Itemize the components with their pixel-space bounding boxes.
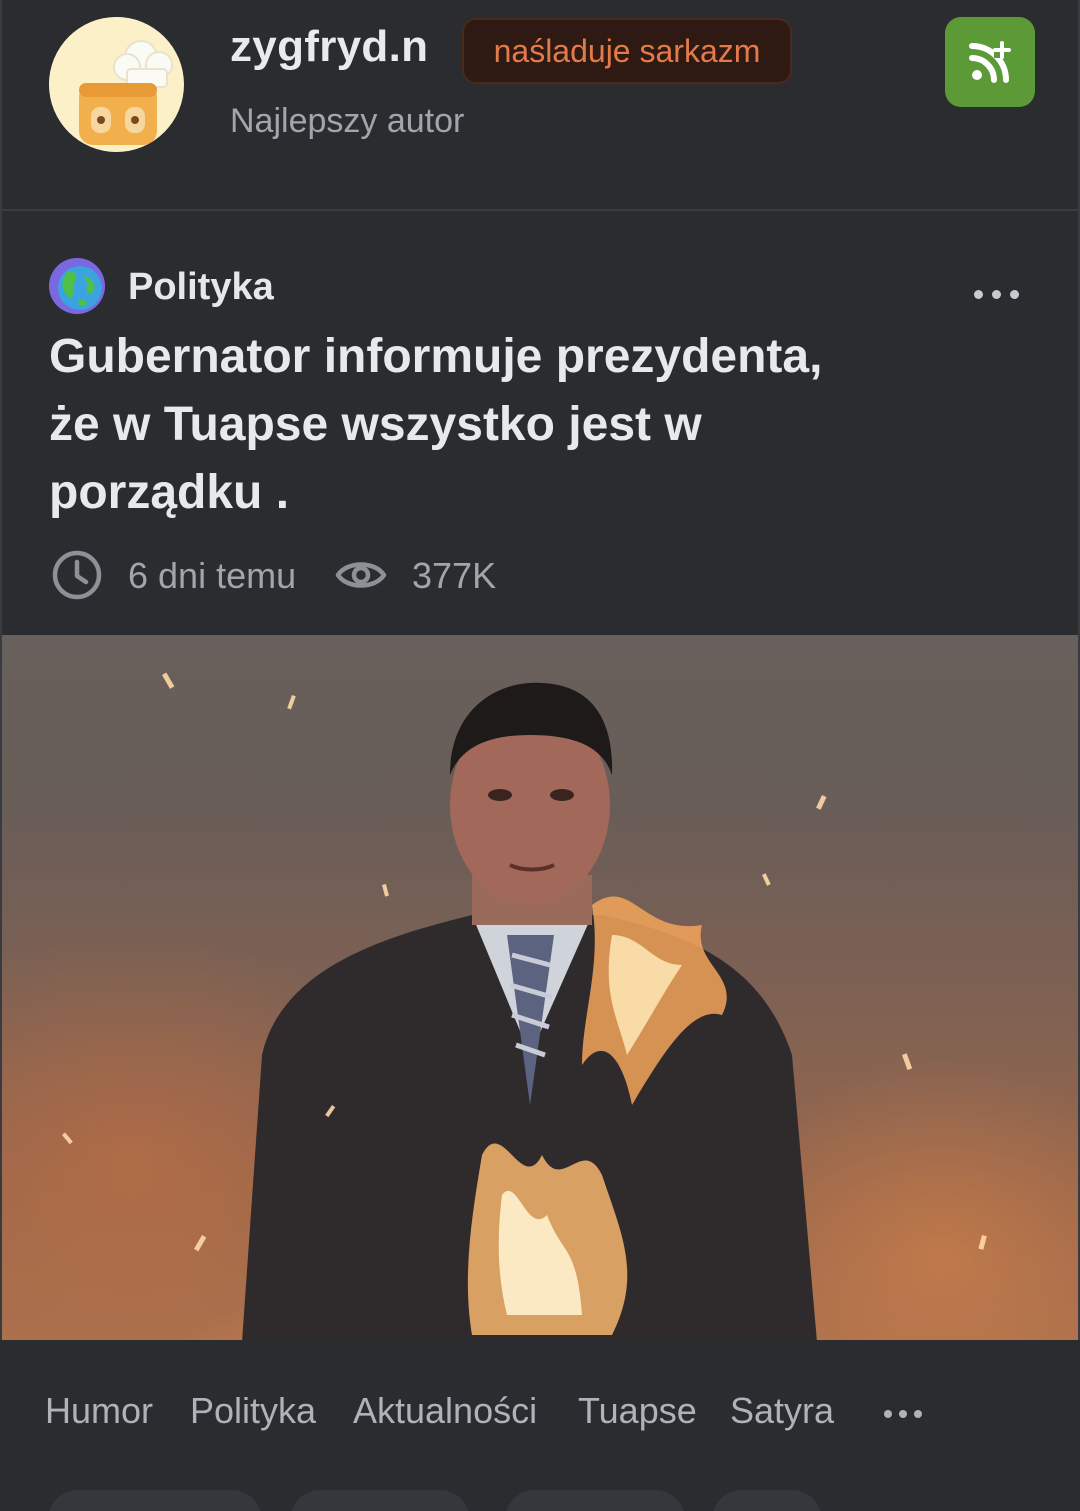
more-dot — [1009, 289, 1019, 299]
more-dot — [914, 1410, 922, 1418]
more-dots-icon — [884, 1410, 892, 1418]
author-subtitle: Najlepszy autor — [230, 102, 465, 140]
more-dot — [991, 289, 1001, 299]
clock-icon — [52, 550, 102, 600]
post-title-line: porządku . — [49, 466, 290, 519]
tag-satyra[interactable]: Satyra — [730, 1390, 834, 1432]
post-card: Polityka Gubernator informuje prezydenta… — [0, 211, 1080, 1511]
rss-plus-icon — [969, 41, 1011, 83]
post-meta: 6 dni temu 377K — [49, 547, 649, 601]
tags-more-button[interactable] — [884, 1408, 924, 1420]
tag-list: Humor Polityka Aktualności Tuapse Satyra — [0, 1340, 1080, 1480]
author-badge: naśladuje sarkazm — [462, 18, 792, 84]
author-header: zygfryd.n naśladuje sarkazm Najlepszy au… — [0, 0, 1080, 211]
follow-button[interactable] — [945, 17, 1035, 107]
post-time: 6 dni temu — [128, 555, 297, 596]
post-title-line: Gubernator informuje prezydenta, — [49, 330, 823, 383]
post-title[interactable]: Gubernator informuje prezydenta, że w Tu… — [49, 323, 849, 527]
page: zygfryd.n naśladuje sarkazm Najlepszy au… — [0, 0, 1080, 1511]
burning-man-photo — [2, 635, 1078, 1342]
tag-aktualnosci[interactable]: Aktualności — [353, 1390, 537, 1432]
tag-tuapse[interactable]: Tuapse — [578, 1390, 697, 1432]
reaction-button[interactable] — [505, 1490, 685, 1511]
reaction-button[interactable] — [48, 1490, 262, 1511]
category-icon[interactable] — [49, 258, 105, 314]
post-image[interactable] — [2, 635, 1078, 1342]
author-name[interactable]: zygfryd.n — [230, 22, 428, 72]
more-dot — [899, 1410, 907, 1418]
eye-icon — [335, 562, 387, 588]
post-views: 377K — [412, 555, 497, 596]
tag-polityka[interactable]: Polityka — [190, 1390, 316, 1432]
tag-humor[interactable]: Humor — [45, 1390, 153, 1432]
globe-icon — [49, 258, 105, 314]
chef-toast-icon — [49, 17, 183, 151]
more-dots-icon — [973, 289, 983, 299]
reaction-button[interactable] — [290, 1490, 470, 1511]
reaction-button[interactable] — [712, 1490, 822, 1511]
post-more-button[interactable] — [968, 281, 1024, 307]
author-avatar[interactable] — [49, 17, 184, 152]
post-title-line: że w Tuapse wszystko jest w — [49, 398, 702, 451]
category-label[interactable]: Polityka — [128, 266, 274, 309]
reaction-bar — [0, 1480, 1080, 1511]
